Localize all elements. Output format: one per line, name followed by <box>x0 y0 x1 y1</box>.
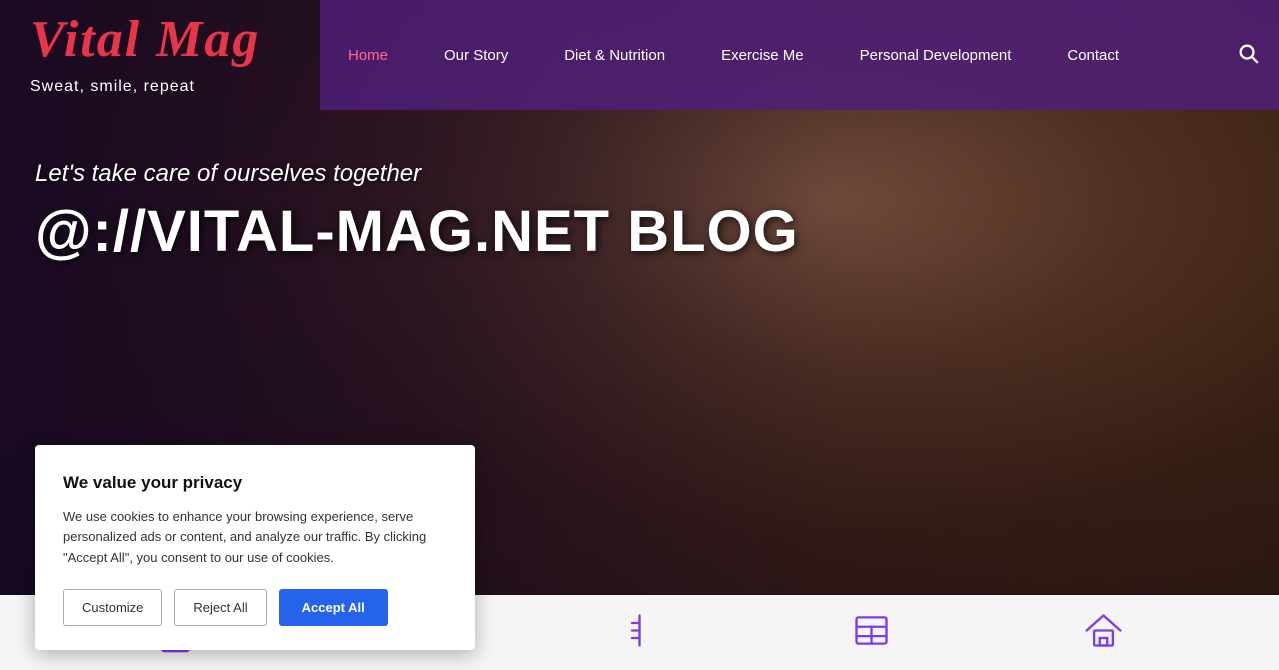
cookie-body: We use cookies to enhance your browsing … <box>63 507 447 569</box>
nav-links: Home Our Story Diet & Nutrition Exercise… <box>320 0 1217 110</box>
nav-our-story[interactable]: Our Story <box>416 0 536 110</box>
search-icon <box>1237 42 1259 69</box>
logo-tagline: Sweat, smile, repeat <box>30 78 290 96</box>
home-icon <box>1081 608 1126 658</box>
nav-exercise-me[interactable]: Exercise Me <box>693 0 832 110</box>
search-button[interactable] <box>1217 0 1279 110</box>
customize-button[interactable]: Customize <box>63 589 162 626</box>
navbar: Vital Mag Sweat, smile, repeat Home Our … <box>0 0 1279 110</box>
hero-title: @://VITAL-MAG.NET BLOG <box>35 200 799 264</box>
hero-content: Let's take care of ourselves together @:… <box>35 160 799 264</box>
icon-item-table <box>849 608 894 658</box>
nav-home[interactable]: Home <box>320 0 416 110</box>
reject-all-button[interactable]: Reject All <box>174 589 266 626</box>
hero-section: Vital Mag Sweat, smile, repeat Home Our … <box>0 0 1279 670</box>
nav-diet-nutrition[interactable]: Diet & Nutrition <box>536 0 693 110</box>
site-logo: Vital Mag <box>30 14 290 66</box>
fitness-icon <box>617 608 662 658</box>
hero-subtitle: Let's take care of ourselves together <box>35 160 799 188</box>
icon-item-fitness <box>617 608 662 658</box>
cookie-buttons: Customize Reject All Accept All <box>63 589 447 626</box>
logo-area: Vital Mag Sweat, smile, repeat <box>0 0 320 110</box>
cookie-banner: We value your privacy We use cookies to … <box>35 445 475 650</box>
accept-all-button[interactable]: Accept All <box>279 589 388 626</box>
icon-item-home <box>1081 608 1126 658</box>
nav-contact[interactable]: Contact <box>1039 0 1147 110</box>
nav-personal-development[interactable]: Personal Development <box>832 0 1040 110</box>
table-icon <box>849 608 894 658</box>
cookie-title: We value your privacy <box>63 473 447 493</box>
